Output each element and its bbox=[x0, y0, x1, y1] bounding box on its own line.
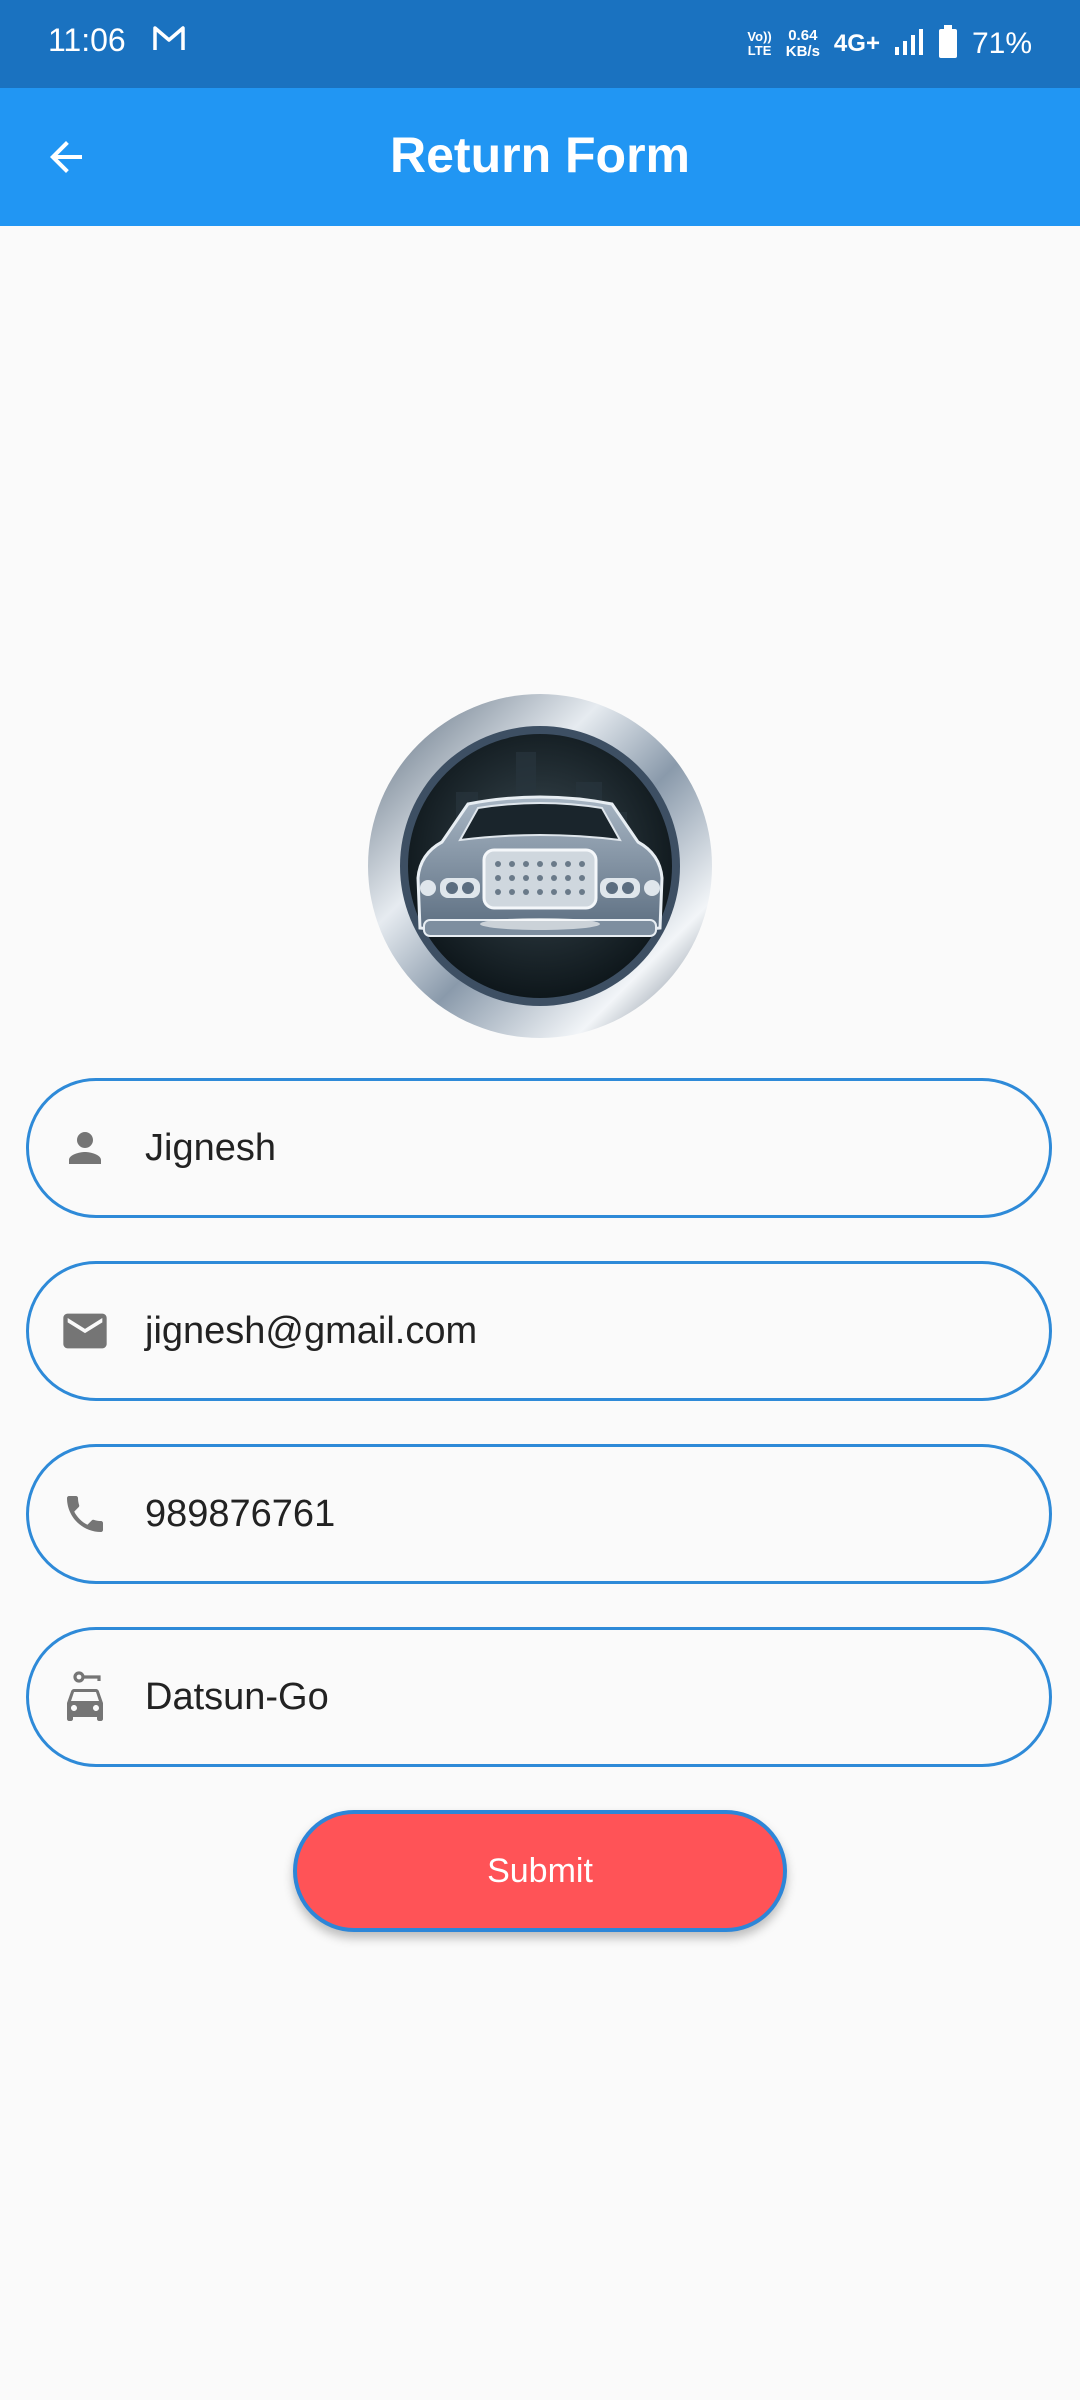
name-value: Jignesh bbox=[145, 1126, 276, 1169]
volte-line1: Vo)) bbox=[747, 29, 772, 44]
car-rental-icon bbox=[57, 1669, 113, 1725]
phone-field[interactable]: 989876761 bbox=[26, 1444, 1052, 1584]
net-speed-unit: KB/s bbox=[785, 43, 820, 60]
person-icon bbox=[57, 1120, 113, 1176]
network-type: 4G+ bbox=[833, 30, 880, 57]
signal-icon bbox=[894, 27, 924, 62]
submit-button[interactable]: Submit bbox=[293, 1810, 787, 1932]
status-time: 11:06 bbox=[48, 22, 126, 58]
battery-icon bbox=[938, 24, 958, 64]
status-bar: 11:06 Vo)) LTE 0.64 KB/s 4G+ 71% bbox=[0, 0, 1080, 88]
page-title: Return Form bbox=[390, 127, 690, 183]
phone-value: 989876761 bbox=[145, 1492, 336, 1535]
phone-icon bbox=[57, 1486, 113, 1542]
car-value: Datsun-Go bbox=[145, 1675, 329, 1718]
volte-line2: LTE bbox=[747, 43, 772, 58]
email-field[interactable]: jignesh@gmail.com bbox=[26, 1261, 1052, 1401]
volte-indicator: Vo)) LTE bbox=[747, 30, 771, 58]
mail-icon bbox=[57, 1303, 113, 1359]
status-right-group: Vo)) LTE 0.64 KB/s 4G+ 71% bbox=[747, 18, 1032, 70]
gmail-icon bbox=[152, 24, 186, 57]
car-logo bbox=[366, 692, 714, 1040]
battery-percent: 71% bbox=[971, 27, 1032, 60]
net-speed-value: 0.64 bbox=[788, 27, 818, 44]
app-bar: Return Form bbox=[0, 88, 1080, 226]
net-speed: 0.64 KB/s bbox=[786, 28, 820, 60]
email-value: jignesh@gmail.com bbox=[145, 1309, 478, 1352]
name-field[interactable]: Jignesh bbox=[26, 1078, 1052, 1218]
car-field[interactable]: Datsun-Go bbox=[26, 1627, 1052, 1767]
